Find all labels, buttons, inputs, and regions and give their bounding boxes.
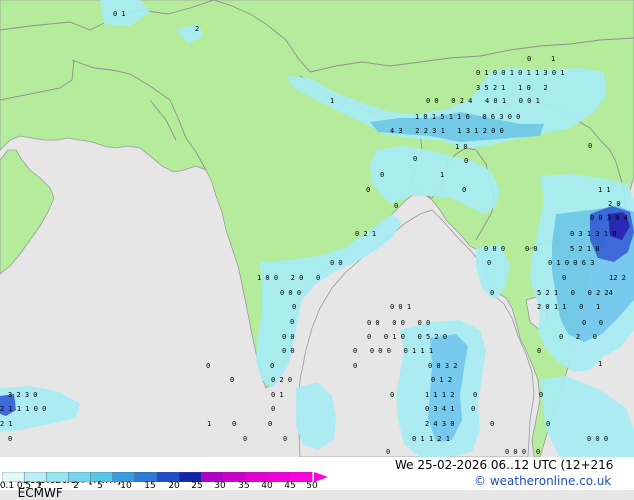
precip-value-label: 0 0 0 2 4 4 0 1 0 0 1 bbox=[426, 97, 540, 105]
precip-value-label: 0 bbox=[487, 259, 491, 267]
precip-value-label: 0 bbox=[390, 391, 394, 399]
precip-value-label: 0 bbox=[588, 142, 592, 150]
precip-value-label: 1 1 1 2 bbox=[425, 391, 455, 399]
scale-cell bbox=[68, 472, 92, 482]
precip-value-label: 0 bbox=[292, 303, 296, 311]
precip-value-label: 0 0 3 2 bbox=[428, 362, 458, 370]
precip-value-label: 0 bbox=[462, 186, 466, 194]
precip-value-label: 2 4 3 0 bbox=[425, 420, 455, 428]
precip-value-label: 0 bbox=[353, 362, 357, 370]
precip-value-label: 0 bbox=[283, 435, 287, 443]
precip-value-label: 2 1 bbox=[0, 420, 13, 428]
precip-value-label: 0 1 1 2 1 bbox=[412, 435, 450, 443]
precip-value-label: 0 bbox=[562, 274, 566, 282]
precip-value-label: 0 bbox=[268, 420, 272, 428]
precip-value-label: 0 3 4 1 bbox=[425, 405, 455, 413]
precip-value-label: 0 0 bbox=[330, 259, 343, 267]
precip-value-label: 0 0 1 bbox=[390, 303, 411, 311]
precip-value-label: 0 bbox=[271, 405, 275, 413]
precip-value-label: 0 bbox=[243, 435, 247, 443]
precip-value-label: 0 2 1 bbox=[355, 230, 376, 238]
precip-value-label: 3 5 2 1 1 0 2 bbox=[476, 84, 548, 92]
precip-value-label: 0 1 0 0 1 0 1 1 3 0 1 bbox=[476, 69, 565, 77]
precip-value-label: 0 0 0 0 0 1 1 1 bbox=[353, 347, 433, 355]
precip-value-label: 0 1 bbox=[271, 391, 284, 399]
precip-value-label: 4 3 2 2 3 1 1 3 1 2 0 0 bbox=[390, 127, 504, 135]
precip-value-label: 2 0 1 1 0 1 bbox=[537, 303, 600, 311]
precip-value-label: 0 0 0 0 0 0 bbox=[367, 319, 430, 327]
precip-value-label: 0 0 0 bbox=[587, 435, 608, 443]
precip-value-label: 0 bbox=[413, 155, 417, 163]
precip-value-label: 12 2 bbox=[609, 274, 626, 282]
precip-value-label: 0 2 0 bbox=[271, 376, 292, 384]
precip-value-label: 5 2 1 0 0 2 24 bbox=[537, 289, 613, 297]
precip-value-label: 1 1 bbox=[598, 186, 611, 194]
valid-datetime: We 25-02-2026 06..12 UTC (12+216 bbox=[395, 458, 614, 472]
precip-value-label: 1 0 bbox=[455, 143, 468, 151]
precip-value-label: 0 bbox=[527, 55, 531, 63]
precip-value-label: 0 bbox=[490, 420, 494, 428]
precip-value-label: 0 bbox=[8, 435, 12, 443]
precip-value-label: 0 0 0 bbox=[505, 448, 526, 456]
precip-value-label: 3 2 3 0 bbox=[8, 391, 38, 399]
precip-value-label: 0 0 bbox=[282, 333, 295, 341]
precip-value-label: 0 3 1 3 1 8 bbox=[570, 230, 616, 238]
precip-value-label: 0 bbox=[380, 171, 384, 179]
precip-value-label: 0 bbox=[366, 186, 370, 194]
precipitation-map: 0 1 2 0 1 0 1 0 0 1 0 1 1 3 0 1 3 5 2 1 1 0 2… bbox=[0, 0, 634, 457]
precip-value-label: 0 bbox=[536, 448, 540, 456]
precip-value-label: 0 0 3 0 4 bbox=[590, 214, 628, 222]
precip-value-label: 0 bbox=[290, 318, 294, 326]
precip-value-label: 1 bbox=[207, 420, 211, 428]
precip-value-label: 0 bbox=[539, 391, 543, 399]
watermark: © weatheronline.co.uk bbox=[474, 474, 612, 488]
precip-value-label: 0 0 bbox=[525, 245, 538, 253]
precip-value-label: 0 bbox=[206, 362, 210, 370]
precip-value-label: 0 0 bbox=[582, 319, 603, 327]
precip-value-label: 1 0 0 2 0 0 bbox=[257, 274, 320, 282]
precip-value-label: 0 bbox=[490, 289, 494, 297]
precip-value-label: 1 0 1 5 1 1 6 0 6 3 0 0 bbox=[415, 113, 520, 121]
precip-value-label: 5 2 1 8 bbox=[570, 245, 600, 253]
precip-value-label: 0 bbox=[537, 347, 541, 355]
precip-value-label: 0 bbox=[546, 420, 550, 428]
precip-value-label: 0 1 0 0 6 3 bbox=[548, 259, 594, 267]
precip-value-label: 0 1 bbox=[113, 10, 126, 18]
color-scale bbox=[2, 472, 328, 482]
precip-value-label: 0 bbox=[471, 405, 475, 413]
precip-value-label: 2 bbox=[195, 25, 199, 33]
precip-value-label: 0 bbox=[270, 362, 274, 370]
precip-value-label: 0 1 2 bbox=[431, 376, 452, 384]
scale-cell bbox=[46, 472, 69, 482]
precip-value-label: 0 bbox=[230, 376, 234, 384]
precip-value-label: 1 bbox=[551, 55, 555, 63]
precip-value-label: 0 2 0 bbox=[559, 333, 597, 341]
precip-value-label: 0 0 0 bbox=[484, 245, 505, 253]
precip-value-label: 1 bbox=[598, 360, 602, 368]
precip-value-label: 2 0 bbox=[608, 200, 621, 208]
precip-value-label: 0 bbox=[473, 391, 477, 399]
precip-value-label: 0 0 1 0 0 5 2 0 bbox=[367, 333, 447, 341]
precip-value-label: 0 0 0 bbox=[280, 289, 301, 297]
precip-value-label: 1 bbox=[440, 171, 444, 179]
precip-value-label: 0 bbox=[394, 202, 398, 210]
precip-value-label: 2 1 1 1 0 0 bbox=[0, 405, 46, 413]
precip-value-label: 0 bbox=[386, 448, 390, 456]
precip-value-label: 0 0 bbox=[282, 347, 295, 355]
precip-value-label: 0 bbox=[464, 157, 468, 165]
precip-value-label: 0 bbox=[232, 420, 236, 428]
precip-value-label: 1 bbox=[330, 97, 334, 105]
